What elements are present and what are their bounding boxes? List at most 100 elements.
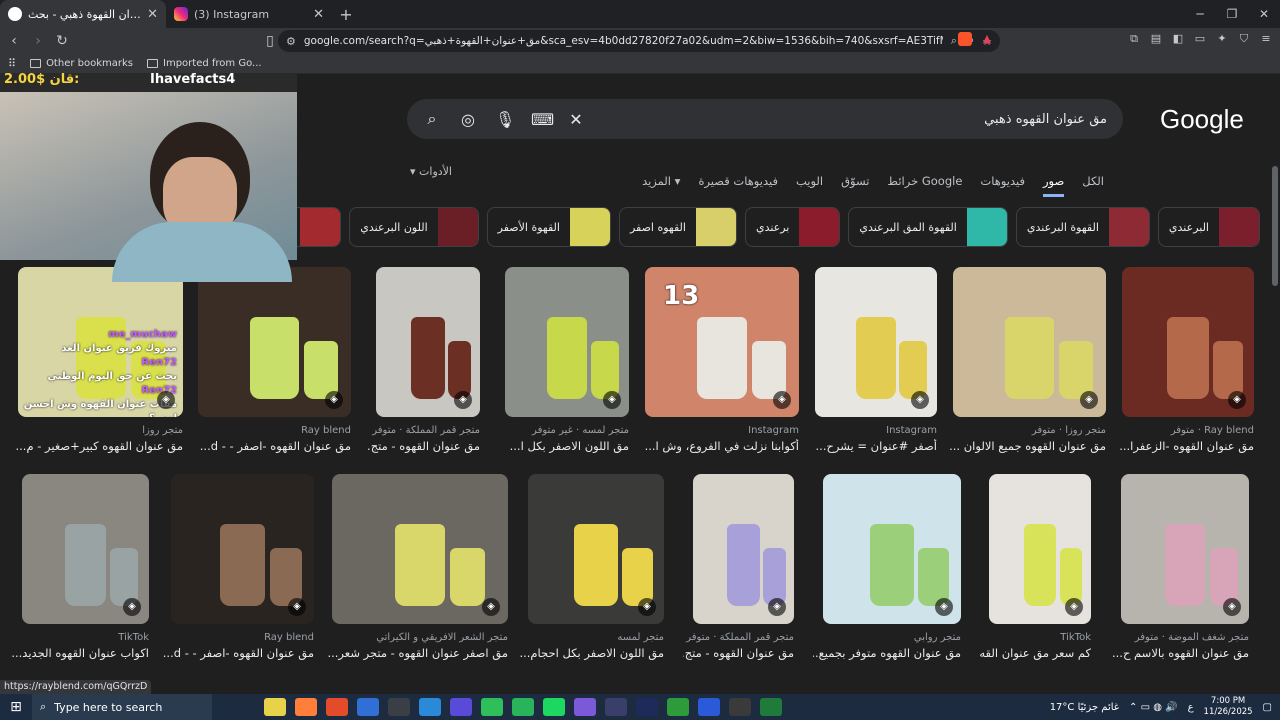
result-source[interactable]: Ray blend · متوفر [1171, 425, 1254, 436]
result-source[interactable]: متجر روابي [914, 632, 961, 643]
weather-text[interactable]: 17°C غائم جزئيًا [1050, 702, 1119, 713]
filter-maps[interactable]: خرائط Google [887, 174, 962, 188]
taskbar-app-icon[interactable] [574, 698, 596, 716]
result-thumbnail[interactable]: ◈ [1122, 267, 1254, 417]
filter-videos[interactable]: فيديوهات [980, 174, 1025, 188]
bookmark-other[interactable]: Other bookmarks [30, 58, 133, 69]
image-result[interactable]: ◈ متجر قمر المملكة · متوفر مق عنوان القهوه… [366, 267, 480, 457]
result-title[interactable]: أكوابنا نزلت في الفروع، وش ا... [645, 439, 799, 453]
taskbar-app-icon[interactable] [512, 698, 534, 716]
search-bar[interactable]: ⌕ ◎ 🎙 ⌨ ✕ مق عنوان القهوه ذهبي [407, 99, 1123, 139]
extensions-icon[interactable]: ⧉ [1127, 32, 1141, 46]
result-thumbnail[interactable]: ◈ [953, 267, 1106, 417]
result-source[interactable]: متجر قمر المملكة · متوفر [372, 425, 480, 436]
result-source[interactable]: Ray blend [301, 425, 351, 436]
result-thumbnail[interactable]: ◈ [198, 267, 351, 417]
search-icon[interactable]: ⌕ [423, 109, 441, 129]
result-thumbnail[interactable]: 13 ◈ [645, 267, 799, 417]
result-title[interactable]: مق عنوان القهوه - متج... [683, 646, 794, 660]
related-chip[interactable]: القهوه اصفر [618, 207, 737, 247]
result-title[interactable]: مق عنوان القهوه -الزعفرا... [1119, 439, 1254, 453]
result-title[interactable]: مق عنوان القهوه جميع الالوان ... [949, 439, 1106, 453]
result-title[interactable]: مق عنوان القهوه متوفر بجميع... [813, 646, 961, 660]
close-tab-icon[interactable]: ✕ [313, 7, 324, 22]
taskbar-app-icon[interactable] [729, 698, 751, 716]
result-thumbnail[interactable]: ◈ [528, 474, 664, 624]
image-result[interactable]: ◈ متجر لمسه مق اللون الاصفر بكل احجام... [519, 474, 664, 664]
tab-instagram[interactable]: (3) Instagram ✕ [166, 0, 332, 28]
related-chip[interactable]: القهوة البرعندي [1015, 207, 1150, 247]
result-thumbnail[interactable]: ◈ [693, 474, 794, 624]
wallet-icon[interactable]: ▤ [1149, 32, 1163, 46]
image-result[interactable]: ◈ متجر الشعر الافريقي و الكيراتي مق اصفر ع… [327, 474, 508, 664]
taskbar-app-icon[interactable] [295, 698, 317, 716]
search-input[interactable]: مق عنوان القهوه ذهبي [603, 112, 1107, 127]
result-thumbnail[interactable]: ◈ [823, 474, 961, 624]
result-source[interactable]: Instagram [886, 425, 937, 436]
taskbar-app-icon[interactable] [698, 698, 720, 716]
image-result[interactable]: 13 ◈ Instagram أكوابنا نزلت في الفروع، وش ا… [645, 267, 799, 457]
result-source[interactable]: متجر روزا [142, 425, 183, 436]
taskbar-app-icon[interactable] [326, 698, 348, 716]
related-chip[interactable]: القهوة الأصفر [486, 207, 611, 247]
result-thumbnail[interactable]: ◈ [376, 267, 480, 417]
brave-shield-icon[interactable] [958, 32, 972, 46]
result-title[interactable]: مق عنوان القهوه - متج... [366, 439, 480, 453]
result-thumbnail[interactable]: ◈ [22, 474, 149, 624]
result-source[interactable]: متجر لمسه [617, 632, 664, 643]
image-result[interactable]: ◈ متجر لمسه · غير متوفر مق اللون الاصفر بك… [505, 267, 629, 457]
taskbar-app-icon[interactable] [543, 698, 565, 716]
related-chip[interactable]: برعندي [744, 207, 841, 247]
result-source[interactable]: Instagram [748, 425, 799, 436]
filter-web[interactable]: الويب [796, 174, 823, 188]
clear-icon[interactable]: ✕ [567, 110, 585, 129]
taskbar-app-icon[interactable] [388, 698, 410, 716]
result-thumbnail[interactable]: ◈ [815, 267, 937, 417]
result-title[interactable]: كم سعر مق عنوان القه... [979, 646, 1091, 660]
related-chip[interactable]: القهوة المق البرعندي [848, 207, 1008, 247]
result-source[interactable]: متجر شغف الموضة · متوفر [1135, 632, 1249, 643]
taskbar-app-icon[interactable] [419, 698, 441, 716]
taskbar-app-icon[interactable] [636, 698, 658, 716]
result-thumbnail[interactable]: ◈ [1121, 474, 1249, 624]
image-result[interactable]: me_muchaw مبروك فريق عنوان الغد Ren72 بحث ع… [16, 267, 183, 457]
related-chip[interactable]: اللون البرعندي [349, 207, 479, 247]
tools-button[interactable]: ▾ الأدوات [410, 165, 452, 178]
result-thumbnail[interactable]: ◈ [989, 474, 1091, 624]
result-source[interactable]: متجر قمر المملكة · متوفر [686, 632, 794, 643]
result-source[interactable]: TikTok [1060, 632, 1091, 643]
result-thumbnail[interactable]: ◈ [332, 474, 508, 624]
taskbar-app-icon[interactable] [605, 698, 627, 716]
image-result[interactable]: ◈ Ray blend مق عنوان القهوه -اصفر - - d... [163, 474, 314, 664]
keyboard-icon[interactable]: ⌨ [531, 110, 554, 129]
zoom-icon[interactable]: ⌕ [951, 34, 957, 48]
rewards-icon[interactable]: ▲ [980, 32, 994, 46]
image-result[interactable]: ◈ TikTok كم سعر مق عنوان القه... [979, 474, 1091, 664]
image-result[interactable]: ◈ TikTok اكواب عنوان القهوه الجديد... [12, 474, 149, 664]
result-title[interactable]: مق عنوان القهوه -اصفر - - d... [163, 646, 314, 660]
tab-google-search[interactable]: مق عنوان القهوة ذهبي - بحث Google ✕ [0, 0, 166, 28]
reload-icon[interactable]: ↻ [52, 33, 72, 49]
filter-shopping[interactable]: تسوّق [841, 174, 869, 188]
minimize-icon[interactable]: ─ [1184, 0, 1216, 28]
new-tab-button[interactable]: + [332, 5, 360, 24]
taskbar-app-icon[interactable] [450, 698, 472, 716]
result-title[interactable]: أصفر #عنوان = يشرح... [816, 439, 937, 453]
filter-more[interactable]: المزيد ▾ [642, 174, 680, 188]
page-scrollbar[interactable] [1270, 74, 1280, 680]
close-window-icon[interactable]: ✕ [1248, 0, 1280, 28]
result-thumbnail[interactable]: ◈ [505, 267, 629, 417]
taskbar-app-icon[interactable] [760, 698, 782, 716]
taskbar-app-icon[interactable] [667, 698, 689, 716]
image-result[interactable]: ◈ Ray blend · متوفر مق عنوان القهوه -الزعف… [1119, 267, 1254, 457]
lens-icon[interactable]: ◎ [459, 110, 477, 129]
taskbar-app-icon[interactable] [264, 698, 286, 716]
microphone-icon[interactable]: 🎙 [495, 110, 515, 129]
image-result[interactable]: ◈ Ray blend مق عنوان القهوه -اصفر - - d... [198, 267, 351, 457]
result-title[interactable]: اكواب عنوان القهوه الجديد... [12, 646, 149, 660]
image-result[interactable]: ◈ Instagram أصفر #عنوان = يشرح... [815, 267, 937, 457]
tray-icons[interactable]: ⌃ ▭ ◍ 🔊 [1129, 702, 1178, 713]
windows-start-icon[interactable]: ⊞ [0, 699, 32, 715]
result-title[interactable]: مق اللون الاصفر بكل ا... [510, 439, 629, 453]
image-result[interactable]: ◈ متجر قمر المملكة · متوفر مق عنوان القهوه… [683, 474, 794, 664]
